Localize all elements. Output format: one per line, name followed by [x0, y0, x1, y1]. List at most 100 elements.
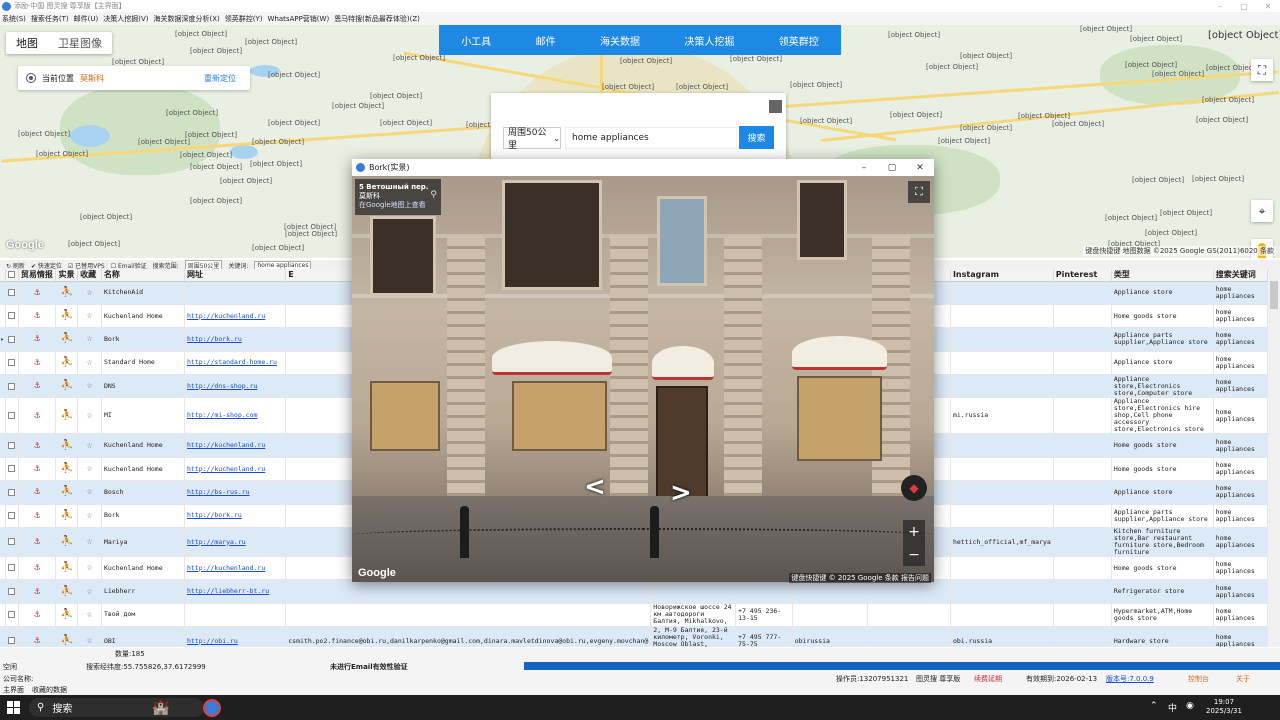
- col-favorite[interactable]: 收藏: [77, 269, 102, 282]
- map-location-icon[interactable]: ⌖: [1251, 200, 1273, 222]
- cell-select[interactable]: [5, 327, 19, 352]
- cell-url[interactable]: http://liebherr-bt.ru: [184, 579, 287, 604]
- streetview-person-icon[interactable]: ⛹: [61, 635, 73, 646]
- cell-favorite[interactable]: ☆: [77, 603, 102, 628]
- cell-url[interactable]: http://bork.ru: [184, 504, 287, 529]
- windows-start-icon[interactable]: [7, 701, 20, 714]
- row-checkbox[interactable]: [8, 564, 16, 572]
- select-all-checkbox[interactable]: [7, 271, 15, 279]
- row-checkbox[interactable]: [8, 441, 16, 449]
- streetview-person-icon[interactable]: ⛹: [61, 562, 73, 573]
- anchor-icon[interactable]: ⚓: [34, 440, 40, 451]
- anchor-icon[interactable]: ⚓: [34, 609, 40, 620]
- streetview-person-icon[interactable]: ⛹: [61, 310, 73, 321]
- col-instagram[interactable]: Instagram: [950, 269, 1054, 282]
- cell-select[interactable]: [5, 579, 19, 604]
- cell-streetview[interactable]: ⛹: [55, 351, 79, 376]
- cell-trade-intel[interactable]: ⚓: [18, 603, 57, 628]
- cell-select[interactable]: [5, 626, 19, 647]
- streetview-person-icon[interactable]: ⛹: [61, 609, 73, 620]
- col-type[interactable]: 类型: [1111, 269, 1214, 282]
- nav-linkedin[interactable]: 领英群控: [779, 33, 819, 48]
- cell-streetview[interactable]: ⛹: [55, 304, 79, 329]
- anchor-icon[interactable]: ⚓: [34, 486, 40, 497]
- cell-streetview[interactable]: ⛹: [55, 327, 79, 352]
- cell-select[interactable]: [5, 397, 19, 435]
- streetview-person-icon[interactable]: ⛹: [61, 536, 73, 547]
- table-row[interactable]: ⚓ ⛹ ☆ Твой дом Новорижское шоссе 24 км автод…: [0, 603, 1268, 628]
- star-icon[interactable]: ☆: [87, 562, 93, 573]
- anchor-icon[interactable]: ⚓: [34, 333, 40, 344]
- console-link[interactable]: 控制台: [1188, 674, 1209, 684]
- cell-url[interactable]: http://kuchenland.ru: [184, 556, 287, 581]
- cell-favorite[interactable]: ☆: [77, 281, 102, 305]
- cell-favorite[interactable]: ☆: [77, 433, 102, 458]
- cell-trade-intel[interactable]: ⚓: [18, 433, 57, 458]
- star-icon[interactable]: ☆: [87, 635, 93, 646]
- renew-link[interactable]: 续费延期: [974, 674, 1002, 684]
- cell-favorite[interactable]: ☆: [77, 480, 102, 505]
- row-checkbox[interactable]: [8, 335, 16, 343]
- streetview-person-icon[interactable]: ⛹: [61, 486, 73, 497]
- cell-select[interactable]: [5, 351, 19, 376]
- streetview-person-icon[interactable]: ⛹: [61, 357, 73, 368]
- cell-favorite[interactable]: ☆: [77, 457, 102, 482]
- cell-trade-intel[interactable]: ⚓: [18, 374, 57, 399]
- compass-icon[interactable]: ◆: [901, 475, 927, 501]
- cell-streetview[interactable]: ⛹: [55, 527, 79, 558]
- star-icon[interactable]: ☆: [87, 536, 93, 547]
- cell-trade-intel[interactable]: ⚓: [18, 480, 57, 505]
- cell-streetview[interactable]: ⛹: [55, 457, 79, 482]
- anchor-icon[interactable]: ⚓: [34, 635, 40, 646]
- star-icon[interactable]: ☆: [87, 310, 93, 321]
- col-keyword[interactable]: 搜索关键词: [1213, 269, 1268, 282]
- anchor-icon[interactable]: ⚓: [34, 586, 40, 597]
- cell-streetview[interactable]: ⛹: [55, 626, 79, 647]
- cell-select[interactable]: [5, 504, 19, 529]
- col-url[interactable]: 网址: [184, 269, 287, 282]
- cell-trade-intel[interactable]: ⚓: [18, 397, 57, 435]
- row-checkbox[interactable]: [8, 538, 16, 546]
- cell-url[interactable]: http://kuchenland.ru: [184, 433, 287, 458]
- star-icon[interactable]: ☆: [87, 609, 93, 620]
- cell-url[interactable]: http://bs-rus.ru: [184, 480, 287, 505]
- tab-main[interactable]: 主界面: [3, 685, 24, 695]
- cell-streetview[interactable]: ⛹: [55, 480, 79, 505]
- menu-whatsapp[interactable]: WhatsAPP营销(W): [268, 14, 330, 24]
- cell-url[interactable]: http://mi-shop.com: [184, 397, 287, 435]
- cell-select[interactable]: [5, 556, 19, 581]
- row-checkbox[interactable]: [8, 382, 16, 390]
- cell-url[interactable]: http://kuchenland.ru: [184, 457, 287, 482]
- anchor-icon[interactable]: ⚓: [34, 310, 40, 321]
- menu-mail[interactable]: 邮件(U): [74, 14, 99, 24]
- menu-customs[interactable]: 海关数据深度分析(X): [154, 14, 220, 24]
- cell-trade-intel[interactable]: ⚓: [18, 527, 57, 558]
- anchor-icon[interactable]: ⚓: [34, 380, 40, 391]
- streetview-person-icon[interactable]: ⛹: [61, 287, 73, 298]
- map-fullscreen-icon[interactable]: ⛶: [1251, 59, 1273, 81]
- cell-trade-intel[interactable]: ⚓: [18, 504, 57, 529]
- close-icon[interactable]: ✕: [906, 159, 934, 176]
- panel-close-icon[interactable]: [769, 100, 782, 113]
- col-streetview[interactable]: 实景: [55, 269, 79, 282]
- close-icon[interactable]: ✕: [1256, 0, 1280, 12]
- cell-favorite[interactable]: ☆: [77, 397, 102, 435]
- maximize-icon[interactable]: ▢: [878, 159, 906, 176]
- star-icon[interactable]: ☆: [87, 333, 93, 344]
- cell-favorite[interactable]: ☆: [77, 304, 102, 329]
- row-checkbox[interactable]: [8, 465, 16, 473]
- col-name[interactable]: 名称: [101, 269, 185, 282]
- grid-scrollbar[interactable]: [1268, 269, 1280, 647]
- taskbar-clock[interactable]: 19:07 2025/3/31: [1206, 698, 1242, 716]
- streetview-person-icon[interactable]: ⛹: [61, 410, 73, 421]
- streetview-person-icon[interactable]: ⛹: [61, 333, 73, 344]
- streetview-person-icon[interactable]: ⛹: [61, 440, 73, 451]
- row-checkbox[interactable]: [8, 312, 16, 320]
- star-icon[interactable]: ☆: [87, 486, 93, 497]
- cell-trade-intel[interactable]: ⚓: [18, 457, 57, 482]
- cell-url[interactable]: http://marya.ru: [184, 527, 287, 558]
- nav-mail[interactable]: 邮件: [536, 33, 556, 48]
- anchor-icon[interactable]: ⚓: [34, 463, 40, 474]
- cell-trade-intel[interactable]: ⚓: [18, 626, 57, 647]
- about-link[interactable]: 关于: [1236, 674, 1250, 684]
